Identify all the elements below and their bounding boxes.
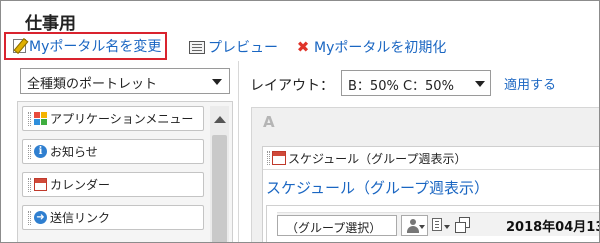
facility-select-button[interactable] bbox=[430, 215, 451, 236]
drag-handle-icon[interactable] bbox=[28, 210, 31, 225]
portlet-title-link[interactable]: スケジュール（グループ週表示） bbox=[266, 177, 489, 198]
edit-icon bbox=[13, 39, 26, 53]
user-icon bbox=[410, 219, 416, 225]
drag-handle-icon[interactable] bbox=[267, 151, 270, 165]
portlet-body: （グループ選択） 2018年04月13 bbox=[266, 205, 600, 242]
schedule-portlet: スケジュール（グループ週表示） スケジュール（グループ週表示） （グループ選択） bbox=[262, 146, 600, 242]
portlet-item-label: カレンダー bbox=[50, 178, 111, 192]
apply-layout-link[interactable]: 適用する bbox=[504, 74, 556, 93]
calendar-icon bbox=[34, 178, 47, 191]
building-icon bbox=[432, 218, 442, 231]
chevron-down-icon bbox=[419, 225, 425, 229]
chevron-down-icon bbox=[212, 79, 222, 85]
zone-label: A bbox=[263, 113, 275, 131]
scrollbar-thumb[interactable] bbox=[212, 135, 227, 242]
calendar-icon bbox=[272, 151, 286, 165]
reset-portal-link[interactable]: ✖ Myポータルを初期化 bbox=[295, 35, 447, 59]
action-bar: Myポータル名を変更 プレビュー ✖ Myポータルを初期化 bbox=[1, 31, 599, 61]
schedule-date: 2018年04月13 bbox=[506, 220, 600, 235]
portlet-list: アプリケーションメニュー i お知らせ カレンダー ➜ 送信リンク bbox=[17, 101, 233, 242]
panel-divider bbox=[238, 61, 239, 242]
portlet-header-label: スケジュール（グループ週表示） bbox=[288, 151, 467, 166]
drag-handle-icon[interactable] bbox=[28, 177, 31, 192]
portlet-item-label: 送信リンク bbox=[50, 211, 111, 225]
layout-label: レイアウト： bbox=[250, 78, 334, 94]
rename-portal-link[interactable]: Myポータル名を変更 bbox=[4, 32, 168, 60]
chevron-down-icon bbox=[475, 81, 485, 87]
preview-icon bbox=[189, 40, 205, 54]
portlet-item-calendar[interactable]: カレンダー bbox=[22, 172, 204, 197]
app-grid-icon bbox=[34, 112, 47, 125]
reset-x-icon: ✖ bbox=[296, 38, 310, 56]
portlet-header[interactable]: スケジュール（グループ週表示） bbox=[263, 147, 599, 170]
portlet-item-label: お知らせ bbox=[50, 145, 98, 159]
portlet-type-value: 全種類のポートレット bbox=[27, 77, 158, 92]
group-select-button[interactable]: （グループ選択） bbox=[277, 215, 397, 236]
drag-handle-icon[interactable] bbox=[28, 111, 31, 126]
chevron-down-icon bbox=[444, 225, 450, 229]
layout-select-value: B：50% C：50% bbox=[348, 79, 454, 94]
portal-settings-screen: 仕事用 Myポータル名を変更 プレビュー ✖ Myポータルを初期化 全種類のポー… bbox=[0, 0, 600, 243]
drag-handle-icon[interactable] bbox=[28, 144, 31, 159]
portlet-item-notices[interactable]: i お知らせ bbox=[22, 139, 204, 164]
portlet-type-select[interactable]: 全種類のポートレット bbox=[20, 68, 230, 94]
preview-link[interactable]: プレビュー bbox=[189, 35, 278, 59]
rename-portal-label: Myポータル名を変更 bbox=[29, 39, 162, 55]
user-icon-body bbox=[407, 226, 419, 233]
layout-zone-a: A スケジュール（グループ週表示） スケジュール（グループ週表示） （グループ選… bbox=[251, 107, 600, 242]
info-icon: i bbox=[34, 145, 47, 158]
link-arrow-icon: ➜ bbox=[34, 211, 47, 224]
portlet-item-app-menu[interactable]: アプリケーションメニュー bbox=[22, 106, 204, 131]
portlet-item-send-link[interactable]: ➜ 送信リンク bbox=[22, 205, 204, 230]
copy-icon[interactable] bbox=[454, 217, 470, 233]
portlet-palette: 全種類のポートレット アプリケーションメニュー i お知らせ カレンダー ➜ 送… bbox=[17, 65, 233, 242]
user-select-button[interactable] bbox=[401, 215, 428, 236]
scroll-up-arrow-icon[interactable] bbox=[214, 116, 226, 123]
portlet-list-scrollbar[interactable] bbox=[210, 106, 229, 242]
schedule-toolbar: （グループ選択） 2018年04月13 bbox=[277, 212, 600, 236]
portlet-item-label: アプリケーションメニュー bbox=[50, 112, 194, 126]
preview-label: プレビュー bbox=[208, 40, 278, 56]
layout-select[interactable]: B：50% C：50% bbox=[341, 70, 491, 96]
reset-portal-label: Myポータルを初期化 bbox=[314, 40, 447, 56]
